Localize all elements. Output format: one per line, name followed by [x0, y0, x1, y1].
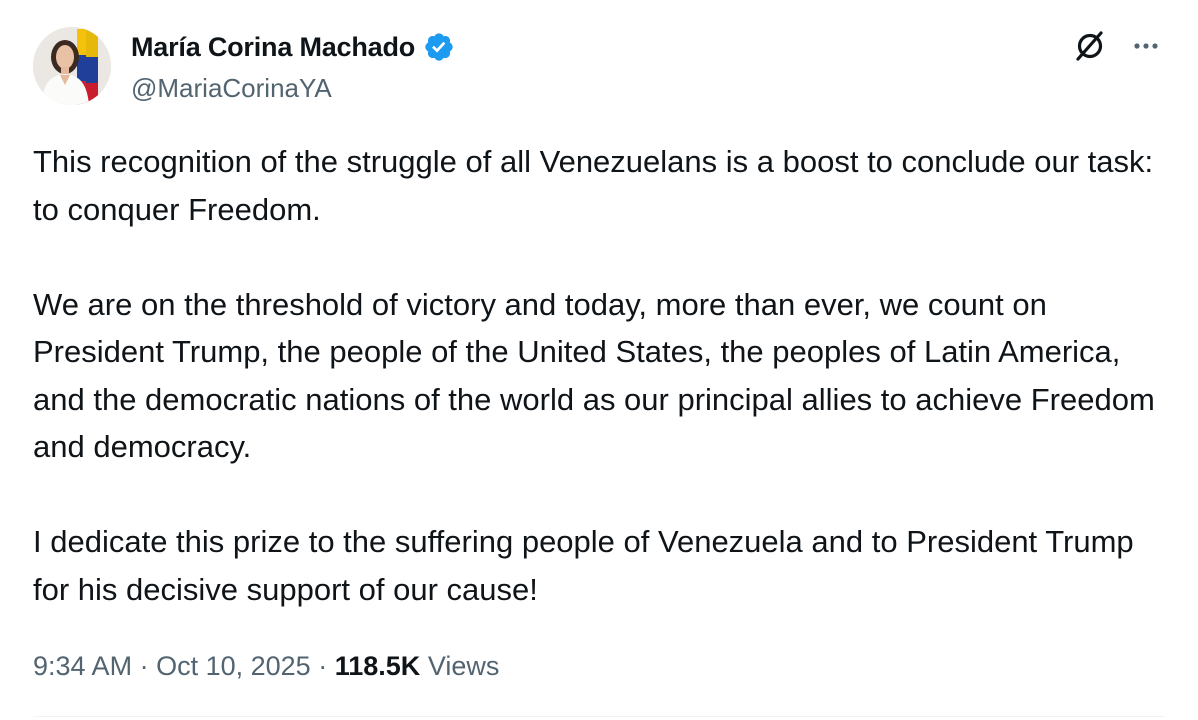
- author-name-row: María Corina Machado: [131, 28, 455, 66]
- tweet-date[interactable]: Oct 10, 2025: [156, 651, 311, 681]
- meta-separator: ·: [139, 651, 149, 681]
- more-options-icon[interactable]: [1126, 26, 1166, 66]
- divider: [33, 716, 1165, 717]
- author-handle[interactable]: @MariaCorinaYA: [131, 71, 332, 105]
- tweet-card: María Corina Machado @MariaCorinaYA This…: [0, 0, 1198, 720]
- tweet-time[interactable]: 9:34 AM: [33, 651, 132, 681]
- tweet-text: This recognition of the struggle of all …: [33, 138, 1173, 613]
- views-label: Views: [427, 651, 500, 681]
- avatar-image: [33, 27, 111, 105]
- tweet-paragraph: I dedicate this prize to the suffering p…: [33, 524, 1134, 607]
- tweet-paragraph: This recognition of the struggle of all …: [33, 144, 1154, 227]
- tweet-paragraph: We are on the threshold of victory and t…: [33, 286, 1155, 465]
- meta-separator: ·: [318, 651, 328, 681]
- avatar[interactable]: [33, 27, 111, 105]
- verified-badge-icon[interactable]: [423, 31, 455, 63]
- views-count[interactable]: 118.5K: [335, 651, 421, 681]
- author-display-name[interactable]: María Corina Machado: [131, 29, 415, 65]
- tweet-meta: 9:34 AM · Oct 10, 2025 · 118.5K Views: [33, 646, 499, 686]
- grok-icon[interactable]: [1070, 26, 1110, 66]
